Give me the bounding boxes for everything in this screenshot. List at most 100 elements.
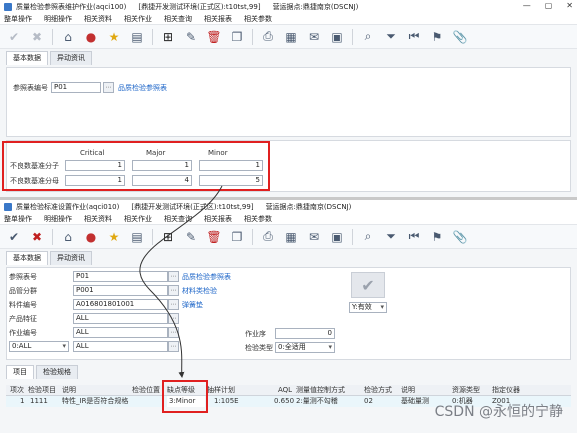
ref-table-desc-link[interactable]: 品质检验参照表 bbox=[118, 83, 167, 93]
tab-bar: 基本数据 异动资讯 bbox=[6, 51, 571, 65]
divider bbox=[352, 228, 353, 245]
confirm-icon[interactable]: ✔ bbox=[6, 29, 22, 45]
menu-item[interactable]: 相关报表 bbox=[204, 14, 232, 24]
mgmt-group-desc-link[interactable]: 材料类检验 bbox=[182, 286, 217, 296]
menu-item[interactable]: 相关资料 bbox=[84, 214, 112, 224]
cancel-icon[interactable]: ✖ bbox=[29, 29, 45, 45]
divider bbox=[252, 228, 253, 245]
menu-item[interactable]: 相关报表 bbox=[204, 214, 232, 224]
mail-icon[interactable]: ✉ bbox=[306, 229, 322, 245]
lookup-icon[interactable]: ⋯ bbox=[168, 313, 179, 324]
minimize-icon[interactable]: — bbox=[523, 1, 531, 10]
ref-table-input[interactable]: P01 bbox=[51, 82, 101, 93]
status-select[interactable]: Y:有效 bbox=[349, 302, 387, 313]
tab-basic-data[interactable]: 基本数据 bbox=[6, 251, 48, 265]
tab-change-info[interactable]: 异动资讯 bbox=[50, 251, 92, 265]
lookup-icon[interactable]: ⋯ bbox=[103, 82, 114, 93]
scope-value-input[interactable]: ALL bbox=[73, 341, 168, 352]
lookup-icon[interactable]: ⋯ bbox=[168, 299, 179, 310]
report-icon[interactable]: ▣ bbox=[329, 229, 345, 245]
operation-input[interactable]: ALL bbox=[73, 327, 168, 338]
print-icon[interactable]: ⎙ bbox=[260, 29, 276, 45]
cell-sampling-plan[interactable]: 1:105E bbox=[214, 396, 239, 407]
filter-icon[interactable]: ⏷ bbox=[383, 29, 399, 45]
menu-item[interactable]: 相关参数 bbox=[244, 14, 272, 24]
insp-type-select[interactable]: 0:全适用 bbox=[275, 342, 335, 353]
mgmt-group-input[interactable]: P001 bbox=[73, 285, 168, 296]
ref-table-label: 参照表编号 bbox=[13, 84, 48, 92]
copy-icon[interactable]: ❐ bbox=[229, 229, 245, 245]
tab-change-info[interactable]: 异动资讯 bbox=[50, 51, 92, 65]
favorite-star-icon[interactable]: ★ bbox=[106, 229, 122, 245]
scope-select[interactable]: 0:ALL bbox=[9, 341, 69, 352]
report-icon[interactable]: ▣ bbox=[329, 29, 345, 45]
edit-icon[interactable]: ✎ bbox=[183, 229, 199, 245]
favorite-star-icon[interactable]: ★ bbox=[106, 29, 122, 45]
lookup-icon[interactable]: ⋯ bbox=[168, 327, 179, 338]
layout-icon[interactable]: ▤ bbox=[129, 29, 145, 45]
close-icon[interactable]: ✕ bbox=[566, 1, 573, 10]
tab-basic-data[interactable]: 基本数据 bbox=[6, 51, 48, 65]
grid-col-resource-type: 资源类型 bbox=[452, 386, 480, 394]
site-label: 营运据点:鼎捷南京(DSCNJ) bbox=[265, 202, 352, 211]
feature-input[interactable]: ALL bbox=[73, 313, 168, 324]
home-icon[interactable]: ⌂ bbox=[60, 229, 76, 245]
filter-icon[interactable]: ⏷ bbox=[383, 229, 399, 245]
cancel-icon[interactable]: ✖ bbox=[29, 229, 45, 245]
menu-item[interactable]: 相关查询 bbox=[164, 14, 192, 24]
copy-icon[interactable]: ❐ bbox=[229, 29, 245, 45]
cell-measure-control[interactable]: 2:量测不勾稽 bbox=[296, 396, 338, 407]
search-icon[interactable]: ⌕ bbox=[360, 29, 376, 45]
tab-insp-spec[interactable]: 检验规格 bbox=[36, 365, 78, 379]
lookup-icon[interactable]: ⋯ bbox=[168, 285, 179, 296]
confirm-icon[interactable]: ✔ bbox=[6, 229, 22, 245]
menu-bar: 整单操作 明细操作 相关资料 相关作业 相关查询 相关报表 相关参数 bbox=[0, 213, 577, 224]
print-icon[interactable]: ⎙ bbox=[260, 229, 276, 245]
grid-col-position: 检验位置 bbox=[132, 386, 160, 394]
window-title: 质量检验标准设置作业(aqci010) bbox=[16, 202, 120, 211]
location-pin-icon[interactable]: ● bbox=[83, 29, 99, 45]
layout-icon[interactable]: ▤ bbox=[129, 229, 145, 245]
maximize-icon[interactable]: ▢ bbox=[545, 1, 553, 10]
site-label: 营运据点:鼎捷南京(DSCNJ) bbox=[272, 2, 359, 11]
delete-icon[interactable]: 🗑 bbox=[206, 229, 222, 245]
menu-item[interactable]: 整单操作 bbox=[4, 14, 32, 24]
export-icon[interactable]: ▦ bbox=[283, 229, 299, 245]
menu-item[interactable]: 相关作业 bbox=[124, 214, 152, 224]
lookup-icon[interactable]: ⋯ bbox=[168, 271, 179, 282]
lookup-icon[interactable]: ⋯ bbox=[168, 341, 179, 352]
attachment-icon[interactable]: 📎 bbox=[452, 229, 468, 245]
first-record-icon[interactable]: ⏮ bbox=[406, 229, 422, 245]
menu-item[interactable]: 整单操作 bbox=[4, 214, 32, 224]
cell-insp-item[interactable]: 1111 bbox=[30, 396, 48, 407]
menu-item[interactable]: 明细操作 bbox=[44, 214, 72, 224]
op-seq-input[interactable]: 0 bbox=[275, 328, 335, 339]
location-pin-icon[interactable]: ● bbox=[83, 229, 99, 245]
first-record-icon[interactable]: ⏮ bbox=[406, 29, 422, 45]
menu-item[interactable]: 相关作业 bbox=[124, 14, 152, 24]
export-icon[interactable]: ▦ bbox=[283, 29, 299, 45]
edit-icon[interactable]: ✎ bbox=[183, 29, 199, 45]
ref-table-desc-link[interactable]: 品质检验参照表 bbox=[182, 272, 231, 282]
new-icon[interactable]: ⊞ bbox=[160, 229, 176, 245]
grid-col-desc: 说明 bbox=[62, 386, 76, 394]
cell-insp-method[interactable]: 02 bbox=[364, 396, 373, 407]
search-icon[interactable]: ⌕ bbox=[360, 229, 376, 245]
item-number-input[interactable]: A016801801001 bbox=[73, 299, 168, 310]
attachment-icon[interactable]: 📎 bbox=[452, 29, 468, 45]
flag-icon[interactable]: ⚑ bbox=[429, 229, 445, 245]
ref-table-input[interactable]: P01 bbox=[73, 271, 168, 282]
mail-icon[interactable]: ✉ bbox=[306, 29, 322, 45]
delete-icon[interactable]: 🗑 bbox=[206, 29, 222, 45]
home-icon[interactable]: ⌂ bbox=[60, 29, 76, 45]
menu-item[interactable]: 相关资料 bbox=[84, 14, 112, 24]
cell-aql[interactable]: 0.650 bbox=[274, 396, 294, 407]
menu-item[interactable]: 相关参数 bbox=[244, 214, 272, 224]
new-icon[interactable]: ⊞ bbox=[160, 29, 176, 45]
flag-icon[interactable]: ⚑ bbox=[429, 29, 445, 45]
tab-items[interactable]: 项目 bbox=[6, 365, 34, 379]
item-desc-link[interactable]: 弹簧垫 bbox=[182, 300, 203, 310]
menu-item[interactable]: 明细操作 bbox=[44, 14, 72, 24]
toolbar: ✔ ✖ ⌂ ● ★ ▤ ⊞ ✎ 🗑 ❐ ⎙ ▦ ✉ ▣ ⌕ ⏷ ⏮ ⚑ 📎 bbox=[0, 24, 577, 49]
menu-item[interactable]: 相关查询 bbox=[164, 214, 192, 224]
